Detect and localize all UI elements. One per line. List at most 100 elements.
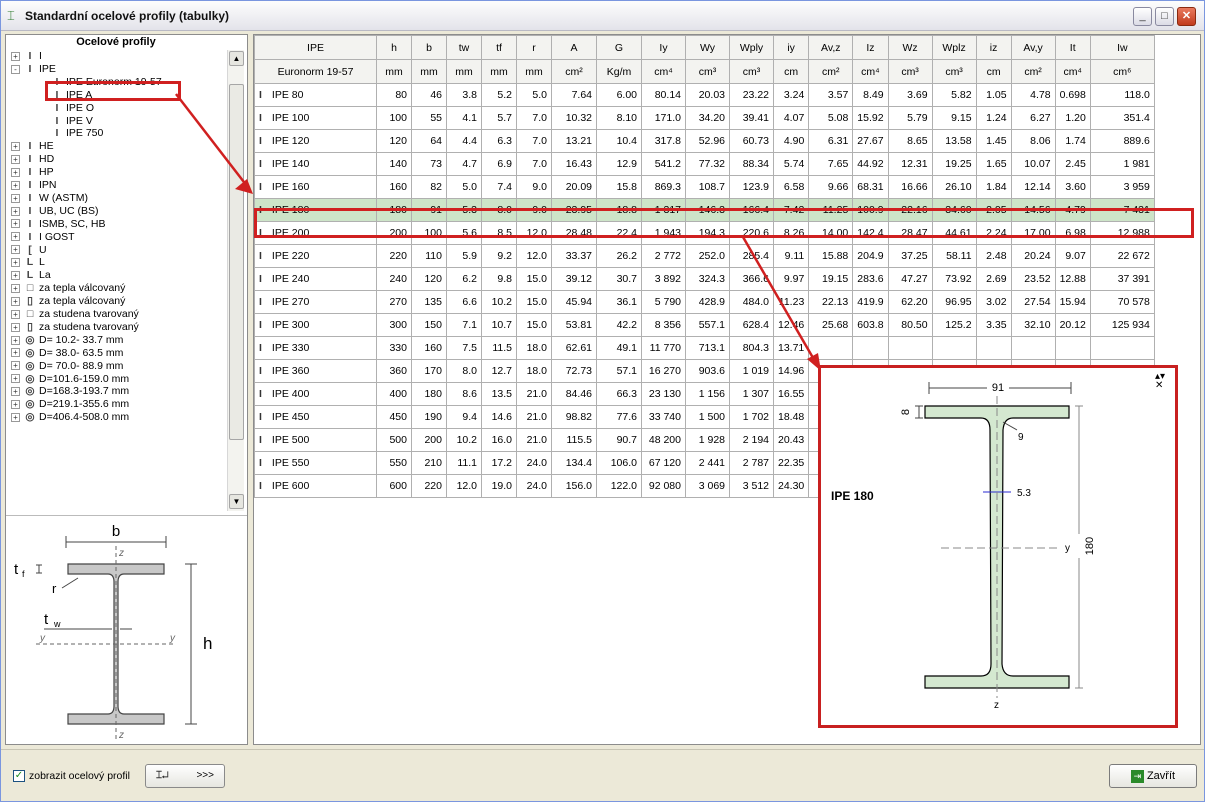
tree-item[interactable]: + ◎ D=406.4-508.0 mm [11, 411, 129, 424]
tree-expander-icon[interactable]: + [11, 232, 20, 242]
table-cell: 1.20 [1054, 106, 1091, 130]
tree-item[interactable]: + I ISMB, SC, HB [11, 218, 106, 231]
tree-expander-icon[interactable]: + [11, 142, 20, 152]
tree-expander-icon[interactable]: + [11, 361, 20, 371]
profile-name: IPE 140 [271, 158, 310, 170]
tree-item[interactable]: + ◎ D= 38.0- 63.5 mm [11, 347, 123, 360]
tree-item[interactable]: + ◎ D=101.6-159.0 mm [11, 373, 129, 386]
tree-item[interactable]: + I I [11, 50, 42, 63]
tree-item[interactable]: I IPE O [50, 102, 94, 115]
tree-expander-icon[interactable]: + [11, 167, 20, 177]
tree-item[interactable]: + [U [11, 244, 47, 257]
column-header: Kg/m [596, 59, 642, 84]
table-row[interactable]: I IPE 330 330 160 7.5 11.5 18.0 62.61 49.1 11 770… [254, 336, 1155, 360]
table-row[interactable]: I IPE 200 200 100 5.6 8.5 12.0 28.48 22.4 1 943 19… [254, 221, 1155, 245]
tree-expander-icon[interactable]: + [11, 412, 20, 422]
tree-item[interactable]: + I I GOST [11, 231, 75, 244]
tree-item[interactable]: I IPE V [50, 115, 93, 128]
show-profile-checkbox[interactable]: ✓ [13, 770, 25, 782]
popup-label-b: 91 [992, 382, 1004, 394]
tree-item[interactable]: + I HP [11, 166, 54, 179]
table-cell: 32.10 [1010, 313, 1056, 337]
tree-selection-highlight [45, 81, 181, 101]
tree-item[interactable]: + L L [11, 256, 45, 269]
minimize-button[interactable]: _ [1133, 7, 1152, 26]
tree-expander-icon[interactable]: + [11, 296, 20, 306]
tree-item[interactable]: + I HD [11, 153, 54, 166]
profile-export-button[interactable]: ⌶↵ >>> [145, 764, 225, 788]
table-cell [808, 336, 854, 360]
tree-expander-icon[interactable]: + [11, 180, 20, 190]
tree-expander-icon[interactable]: + [11, 154, 20, 164]
tree-expander-icon[interactable]: + [11, 309, 20, 319]
tree-item-label: HP [39, 166, 54, 179]
tree-item[interactable]: + I HE [11, 140, 54, 153]
tree-item[interactable]: + □ za tepla válcovaný [11, 282, 125, 295]
tree-item[interactable]: - I IPE [11, 63, 56, 76]
tree-item[interactable]: + I IPN [11, 179, 57, 192]
tree-expander-icon[interactable]: + [11, 322, 20, 332]
table-cell: 82 [411, 175, 447, 199]
table-cell: 20.43 [772, 428, 810, 452]
table-cell: 1 928 [685, 428, 730, 452]
maximize-button[interactable]: □ [1155, 7, 1174, 26]
table-row[interactable]: I IPE 120 120 64 4.4 6.3 7.0 13.21 10.4 317.8 52.9… [254, 129, 1155, 153]
tree-item[interactable]: + L La [11, 269, 51, 282]
table-cell: 100 [376, 106, 412, 130]
popup-label-h: 180 [1084, 537, 1096, 555]
table-row[interactable]: I IPE 100 100 55 4.1 5.7 7.0 10.32 8.10 171.0 34.2… [254, 106, 1155, 130]
tree-expander-icon[interactable]: + [11, 387, 20, 397]
scroll-up-button[interactable]: ▲ [229, 51, 244, 66]
tree-expander-icon[interactable]: + [11, 193, 20, 203]
column-header: cm³ [729, 59, 774, 84]
table-cell: 15.88 [808, 244, 854, 268]
table-cell: 12 988 [1089, 221, 1155, 245]
tree-expander-icon[interactable]: + [11, 245, 20, 255]
column-header: IPE [254, 35, 377, 60]
tree-expander-icon[interactable]: + [11, 51, 20, 61]
table-row[interactable]: I IPE 300 300 150 7.1 10.7 15.0 53.81 42.2 8 356 5… [254, 313, 1155, 337]
table-cell: 12.31 [887, 152, 933, 176]
table-row[interactable]: I IPE 160 160 82 5.0 7.4 9.0 20.09 15.8 869.3 108.… [254, 175, 1155, 199]
table-cell: 8.0 [481, 198, 517, 222]
tree-item[interactable]: + ◎ D=219.1-355.6 mm [11, 398, 129, 411]
tree-item[interactable]: + ▯ za studena tvarovaný [11, 321, 139, 334]
tree-item[interactable]: + ◎ D= 10.2- 33.7 mm [11, 334, 123, 347]
close-window-button[interactable]: ✕ [1177, 7, 1196, 26]
tree-expander-icon[interactable]: + [11, 271, 20, 281]
close-button[interactable]: ⇥ Zavřít [1109, 764, 1197, 788]
column-header: G [596, 35, 642, 60]
table-row[interactable]: I IPE 220 220 110 5.9 9.2 12.0 33.37 26.2 2 772 25… [254, 244, 1155, 268]
tree-expander-icon[interactable]: + [11, 258, 20, 268]
scroll-thumb[interactable] [229, 84, 244, 440]
tree-expander-icon[interactable]: + [11, 348, 20, 358]
tree-expander-icon[interactable]: + [11, 206, 20, 216]
tree-expander-icon[interactable]: + [11, 374, 20, 384]
tree-item[interactable]: + ▯ za tepla válcovaný [11, 295, 125, 308]
tree-expander-icon[interactable]: + [11, 400, 20, 410]
table-row[interactable]: I IPE 140 140 73 4.7 6.9 7.0 16.43 12.9 541.2 77.3… [254, 152, 1155, 176]
table-row[interactable]: I IPE 240 240 120 6.2 9.8 15.0 39.12 30.7 3 892 32… [254, 267, 1155, 291]
scroll-down-button[interactable]: ▼ [229, 494, 244, 509]
tree-item[interactable]: + I W (ASTM) [11, 192, 88, 205]
tree-item[interactable]: + I UB, UC (BS) [11, 205, 99, 218]
table-cell: 366.6 [729, 267, 774, 291]
tree-expander-icon[interactable]: + [11, 335, 20, 345]
column-header: cm⁴ [641, 59, 686, 84]
table-row[interactable]: I IPE 270 270 135 6.6 10.2 15.0 45.94 36.1 5 790 4… [254, 290, 1155, 314]
i-beam-icon: I [259, 158, 262, 170]
tree-expander-icon[interactable]: + [11, 283, 20, 293]
tree-item[interactable]: + ◎ D= 70.0- 88.9 mm [11, 360, 123, 373]
tree-item[interactable]: + ◎ D=168.3-193.7 mm [11, 385, 129, 398]
table-row[interactable]: I IPE 180 180 91 5.3 8.0 9.0 23.95 18.8 1 317 146.… [254, 198, 1155, 222]
tree-expander-icon[interactable]: - [11, 64, 20, 74]
table-cell: 64 [411, 129, 447, 153]
window-title: Standardní ocelové profily (tabulky) [25, 9, 230, 23]
tree-item[interactable]: + □ za studena tvarovaný [11, 308, 139, 321]
tree-item[interactable]: I IPE 750 [50, 127, 104, 140]
table-row[interactable]: I IPE 80 80 46 3.8 5.2 5.0 7.64 6.00 80.14 20.03 23… [254, 83, 1155, 107]
popup-section-drawing: 91 180 8 9 5.3 y z [900, 380, 1096, 711]
tree-expander-icon[interactable]: + [11, 219, 20, 229]
tree-scrollbar[interactable]: ▲ ▼ [227, 50, 244, 511]
popup-controls[interactable]: ▴▾ ✕ [1155, 372, 1165, 391]
